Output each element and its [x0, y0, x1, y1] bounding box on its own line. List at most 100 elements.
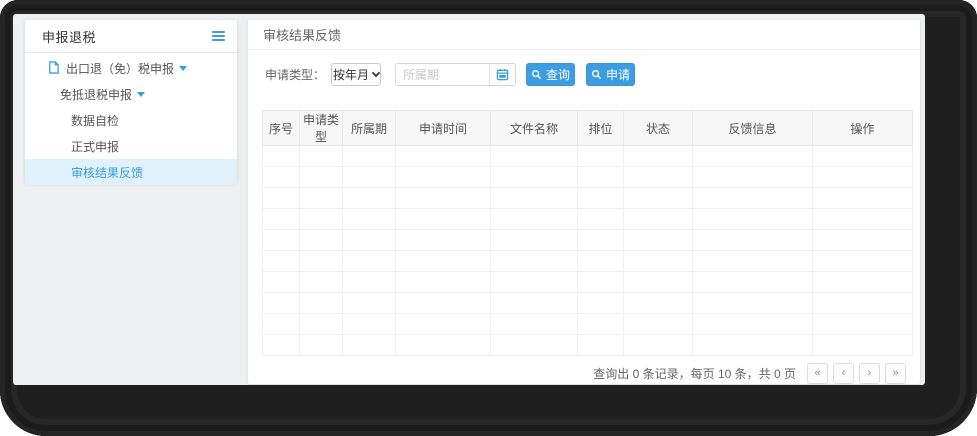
query-button-label: 查询: [546, 68, 571, 82]
sidebar-item-review-result-feedback[interactable]: 审核结果反馈: [25, 159, 237, 185]
sidebar-item-exemption-refund-declaration[interactable]: 免抵退税申报: [25, 81, 237, 107]
pagination-last-button[interactable]: »: [885, 363, 906, 384]
table-cell: [262, 145, 300, 167]
sidebar-item-data-self-check[interactable]: 数据自检: [25, 107, 237, 133]
table-cell: [262, 292, 300, 314]
table-header-row: 序号 申请类型 所属期 申请时间 文件名称 排位 状态 反馈信息 操作: [262, 110, 913, 146]
table-row: [262, 208, 913, 230]
sidebar-item-formal-declaration[interactable]: 正式申报: [25, 133, 237, 159]
table-row: [262, 313, 913, 335]
table-cell: [623, 229, 693, 251]
table-cell: [262, 187, 300, 209]
column-header: 序号: [262, 110, 300, 146]
table-cell: [692, 292, 813, 314]
query-button[interactable]: 查询: [526, 63, 576, 86]
table-row: [262, 166, 913, 188]
table-cell: [299, 229, 343, 251]
table-cell: [490, 187, 578, 209]
chevron-down-icon: [179, 65, 188, 71]
pagination-first-button[interactable]: «: [807, 363, 828, 384]
table-cell: [623, 250, 693, 272]
hamburger-menu-icon[interactable]: [212, 31, 225, 41]
table-cell: [692, 187, 813, 209]
table-cell: [577, 313, 624, 335]
pagination-next-button[interactable]: ›: [859, 363, 880, 384]
main-panel: 审核结果反馈 申请类型： 按年月 查询: [248, 20, 920, 384]
table-cell: [299, 334, 343, 356]
table-cell: [342, 250, 396, 272]
table-cell: [395, 313, 491, 335]
app-window: 申报退税 出口退（免）税申报 免抵退税申报 数据自检 正式申报 审核结果反馈 审…: [13, 14, 925, 385]
chevron-down-icon: [137, 91, 146, 97]
table-cell: [395, 292, 491, 314]
period-input[interactable]: [396, 64, 490, 85]
sidebar: 申报退税 出口退（免）税申报 免抵退税申报 数据自检 正式申报 审核结果反馈: [25, 20, 237, 185]
table-cell: [490, 313, 578, 335]
table-cell: [490, 145, 578, 167]
table-cell: [623, 334, 693, 356]
main-panel-header: 审核结果反馈: [248, 20, 920, 50]
results-table: 序号 申请类型 所属期 申请时间 文件名称 排位 状态 反馈信息 操作: [262, 110, 913, 356]
table-cell: [262, 334, 300, 356]
table-cell: [299, 292, 343, 314]
table-cell: [395, 145, 491, 167]
table-cell: [299, 166, 343, 188]
sidebar-item-export-tax-refund-declaration[interactable]: 出口退（免）税申报: [25, 55, 237, 81]
table-cell: [812, 313, 913, 335]
table-cell: [623, 187, 693, 209]
table-cell: [342, 166, 396, 188]
table-cell: [342, 271, 396, 293]
sidebar-item-label: 出口退（免）税申报: [66, 61, 175, 76]
table-cell: [812, 292, 913, 314]
table-cell: [299, 208, 343, 230]
table-cell: [262, 229, 300, 251]
pagination-summary: 查询出 0 条记录，每页 10 条，共 0 页: [593, 367, 796, 381]
table-cell: [395, 166, 491, 188]
table-cell: [577, 166, 624, 188]
table-cell: [342, 313, 396, 335]
table-cell: [692, 145, 813, 167]
table-cell: [812, 229, 913, 251]
table-cell: [812, 145, 913, 167]
table-cell: [262, 271, 300, 293]
table-row: [262, 187, 913, 209]
table-cell: [395, 250, 491, 272]
table-cell: [299, 250, 343, 272]
table-cell: [812, 208, 913, 230]
table-cell: [623, 145, 693, 167]
table-cell: [490, 229, 578, 251]
table-cell: [299, 187, 343, 209]
table-cell: [623, 313, 693, 335]
table-cell: [623, 208, 693, 230]
table-cell: [490, 250, 578, 272]
table-cell: [812, 334, 913, 356]
page-title: 审核结果反馈: [263, 28, 342, 43]
table-cell: [623, 166, 693, 188]
table-cell: [395, 271, 491, 293]
magnifier-icon: [531, 69, 542, 80]
sidebar-item-label: 审核结果反馈: [71, 165, 144, 180]
sidebar-item-label: 正式申报: [71, 139, 120, 154]
pagination-prev-button[interactable]: ‹: [833, 363, 854, 384]
table-cell: [490, 271, 578, 293]
table-cell: [262, 208, 300, 230]
table-cell: [342, 334, 396, 356]
calendar-icon[interactable]: [489, 64, 516, 85]
table-cell: [692, 208, 813, 230]
column-header: 所属期: [342, 110, 396, 146]
table-row: [262, 229, 913, 251]
apply-button[interactable]: 申请: [586, 63, 636, 86]
table-cell: [395, 208, 491, 230]
table-cell: [577, 208, 624, 230]
column-header: 申请类型: [299, 110, 343, 146]
table-cell: [490, 208, 578, 230]
sidebar-header: 申报退税: [25, 20, 237, 53]
table-cell: [342, 292, 396, 314]
table-cell: [262, 250, 300, 272]
apply-type-label: 申请类型：: [265, 68, 326, 82]
table-cell: [299, 145, 343, 167]
apply-type-select[interactable]: 按年月: [331, 63, 382, 86]
table-cell: [692, 271, 813, 293]
column-header: 排位: [577, 110, 624, 146]
table-row: [262, 334, 913, 356]
